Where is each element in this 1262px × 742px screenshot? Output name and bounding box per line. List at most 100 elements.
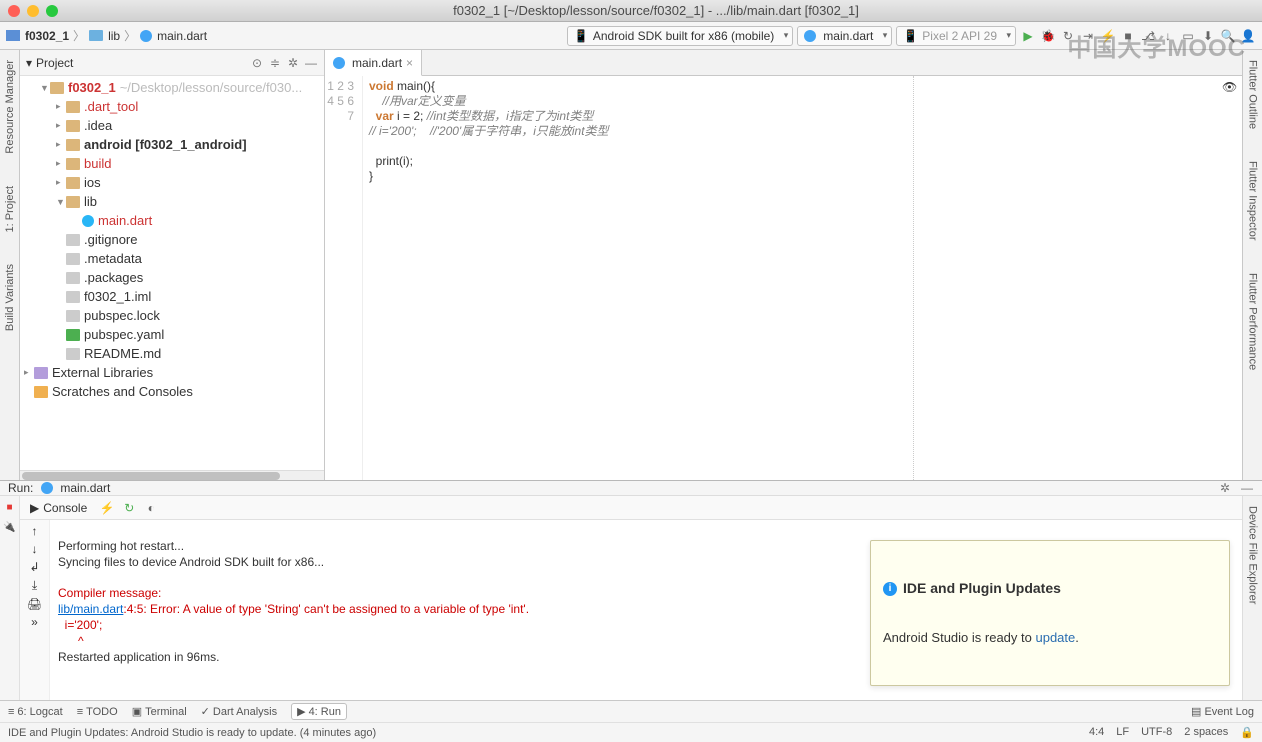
flutter-inspector-tab[interactable]: Flutter Inspector: [1247, 155, 1259, 246]
error-file-link[interactable]: lib/main.dart: [58, 602, 123, 616]
tree-item[interactable]: .gitignore: [20, 230, 324, 249]
emulator-selector[interactable]: 📱 Pixel 2 API 29: [896, 26, 1016, 46]
debug-button[interactable]: 🐞: [1040, 28, 1056, 44]
breadcrumb[interactable]: f0302_1 〉 lib 〉 main.dart: [6, 27, 207, 44]
right-margin-line: [913, 76, 914, 480]
code-content[interactable]: void main(){ //用var定义变量 var i = 2; //int…: [363, 76, 1242, 480]
settings-icon[interactable]: ✲: [286, 56, 300, 70]
hot-restart-icon[interactable]: ↻: [121, 500, 137, 516]
tree-item[interactable]: pubspec.lock: [20, 306, 324, 325]
project-dropdown-icon[interactable]: ▾: [26, 56, 32, 70]
breadcrumb-folder[interactable]: lib: [108, 29, 120, 43]
device-selector[interactable]: 📱 Android SDK built for x86 (mobile): [567, 26, 793, 46]
hot-reload-button[interactable]: ⚡: [1100, 28, 1116, 44]
stop-button[interactable]: ■: [1120, 28, 1136, 44]
expand-icon[interactable]: ≑: [268, 56, 282, 70]
project-panel-title[interactable]: Project: [36, 56, 246, 70]
tree-item[interactable]: .metadata: [20, 249, 324, 268]
tree-item[interactable]: pubspec.yaml: [20, 325, 324, 344]
breadcrumb-file[interactable]: main.dart: [157, 29, 207, 43]
tree-item[interactable]: f0302_1.iml: [20, 287, 324, 306]
cursor-position[interactable]: 4:4: [1089, 726, 1104, 739]
project-panel-header: ▾ Project ⊙ ≑ ✲ —: [20, 50, 324, 76]
resource-manager-tab[interactable]: Resource Manager: [4, 54, 16, 160]
todo-tab[interactable]: ≡ TODO: [77, 706, 118, 718]
code-editor[interactable]: 1 2 3 4 5 6 7 void main(){ //用var定义变量 va…: [325, 76, 1242, 480]
close-tab-icon[interactable]: ×: [406, 56, 413, 70]
run-panel: Run: main.dart ✲ — ■ 🔌 ▶ Console ⚡ ↻ ◐ ↑…: [0, 480, 1262, 700]
build-variants-tab[interactable]: Build Variants: [4, 258, 16, 337]
run-config-selector[interactable]: main.dart: [797, 26, 892, 46]
tree-item[interactable]: ▸.dart_tool: [20, 97, 324, 116]
flutter-performance-tab[interactable]: Flutter Performance: [1247, 267, 1259, 376]
update-link[interactable]: update: [1035, 630, 1075, 645]
right-tool-strip: Flutter Outline Flutter Inspector Flutte…: [1242, 50, 1262, 480]
git-button[interactable]: ⎇: [1140, 28, 1156, 44]
run-button[interactable]: ▶: [1020, 28, 1036, 44]
minimize-icon[interactable]: [27, 5, 39, 17]
user-icon[interactable]: 👤: [1240, 28, 1256, 44]
window-controls: [8, 5, 58, 17]
popup-title: IDE and Plugin Updates: [903, 581, 1061, 596]
print-icon[interactable]: 🖨: [27, 597, 42, 611]
project-icon: [6, 30, 20, 41]
console-output[interactable]: Performing hot restart... Syncing files …: [50, 520, 1242, 700]
attach-debugger-button[interactable]: 🔌: [3, 520, 17, 534]
dart-analysis-tab[interactable]: ✓ Dart Analysis: [201, 705, 277, 718]
attach-button[interactable]: ⇥: [1080, 28, 1096, 44]
scratches[interactable]: Scratches and Consoles: [20, 382, 324, 401]
hot-reload-icon[interactable]: ⚡: [99, 500, 115, 516]
info-icon: i: [883, 582, 897, 596]
search-button[interactable]: 🔍: [1220, 28, 1236, 44]
tree-item[interactable]: main.dart: [20, 211, 324, 230]
tree-item[interactable]: ▼lib: [20, 192, 324, 211]
close-icon[interactable]: [8, 5, 20, 17]
tree-scrollbar[interactable]: [20, 470, 324, 480]
tree-item[interactable]: .packages: [20, 268, 324, 287]
event-log-tab[interactable]: ▤ Event Log: [1191, 705, 1254, 718]
tree-item[interactable]: README.md: [20, 344, 324, 363]
run-tab[interactable]: ▶ 4: Run: [291, 703, 347, 720]
up-icon[interactable]: ↑: [32, 524, 38, 538]
terminal-tab[interactable]: ▣ Terminal: [132, 705, 187, 718]
tree-root[interactable]: ▼ f0302_1 ~/Desktop/lesson/source/f030..…: [20, 78, 324, 97]
encoding[interactable]: UTF-8: [1141, 726, 1172, 739]
down-icon[interactable]: ↓: [32, 542, 38, 556]
tree-item[interactable]: ▸build: [20, 154, 324, 173]
run-hide-icon[interactable]: —: [1240, 481, 1254, 495]
line-separator[interactable]: LF: [1116, 726, 1129, 739]
dart-icon: [140, 30, 152, 42]
zoom-icon[interactable]: [46, 5, 58, 17]
run-config-label: main.dart: [60, 481, 110, 495]
lock-icon[interactable]: 🔒: [1240, 726, 1254, 739]
flutter-outline-tab[interactable]: Flutter Outline: [1247, 54, 1259, 135]
tree-item[interactable]: ▸ios: [20, 173, 324, 192]
scroll-icon[interactable]: ⤓: [32, 578, 37, 593]
sdk-button[interactable]: ⬇: [1200, 28, 1216, 44]
run-settings-icon[interactable]: ✲: [1218, 481, 1232, 495]
sync-button[interactable]: ↓: [1160, 28, 1176, 44]
stop-button[interactable]: ■: [3, 500, 17, 514]
avd-button[interactable]: ▭: [1180, 28, 1196, 44]
breadcrumb-project[interactable]: f0302_1: [25, 29, 69, 43]
hide-icon[interactable]: —: [304, 56, 318, 70]
project-panel: ▾ Project ⊙ ≑ ✲ — ▼ f0302_1 ~/Desktop/le…: [20, 50, 325, 480]
inspections-icon[interactable]: 👁: [1222, 80, 1236, 94]
tree-item[interactable]: ▸android [f0302_1_android]: [20, 135, 324, 154]
editor-tabs: main.dart ×: [325, 50, 1242, 76]
project-tab[interactable]: 1: Project: [4, 180, 16, 238]
more-icon[interactable]: »: [31, 615, 38, 629]
device-file-explorer-tab[interactable]: Device File Explorer: [1247, 500, 1259, 610]
coverage-button[interactable]: ↻: [1060, 28, 1076, 44]
wrap-icon[interactable]: ↲: [29, 560, 39, 574]
console-tab[interactable]: ▶ Console: [24, 499, 93, 517]
console-tabs: ▶ Console ⚡ ↻ ◐: [20, 496, 1242, 520]
locate-icon[interactable]: ⊙: [250, 56, 264, 70]
tree-item[interactable]: ▸.idea: [20, 116, 324, 135]
logcat-tab[interactable]: ≡ 6: Logcat: [8, 706, 63, 718]
external-libraries[interactable]: ▸External Libraries: [20, 363, 324, 382]
project-tree[interactable]: ▼ f0302_1 ~/Desktop/lesson/source/f030..…: [20, 76, 324, 470]
editor-tab-main[interactable]: main.dart ×: [325, 50, 422, 76]
indent[interactable]: 2 spaces: [1184, 726, 1228, 739]
open-devtools-icon[interactable]: ◐: [143, 500, 159, 516]
